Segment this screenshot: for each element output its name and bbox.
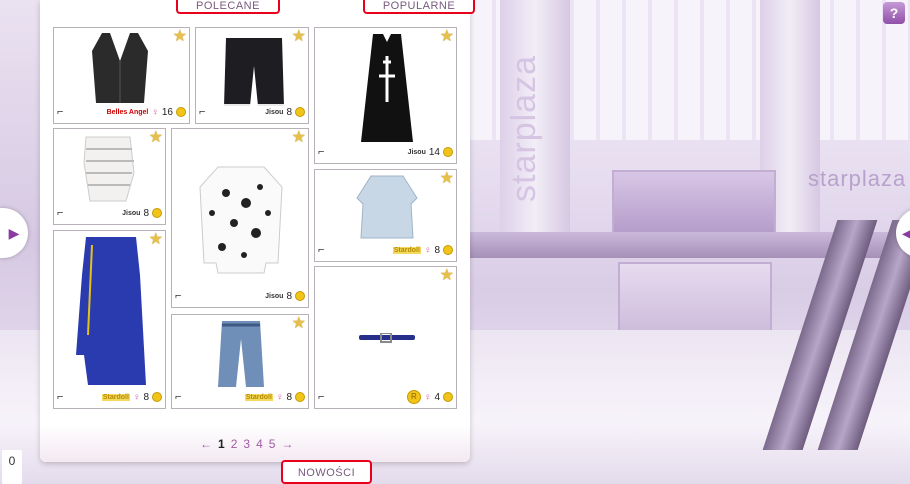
- brand-logo: Jisou: [265, 108, 284, 116]
- item-card[interactable]: ★ ⌐ Jisou 8: [171, 128, 309, 308]
- hanger-icon: ⌐: [318, 244, 325, 256]
- coin-icon: [152, 208, 162, 218]
- hanger-icon: ⌐: [57, 207, 64, 219]
- blue-dress-image: [76, 237, 146, 385]
- favorite-star-icon[interactable]: ★: [292, 316, 306, 332]
- hanger-icon: ⌐: [199, 106, 206, 118]
- item-card[interactable]: ★ ⌐ Stardoll ♀ 8: [53, 230, 166, 409]
- jeans-image: [218, 321, 264, 387]
- hanger-icon: ⌐: [175, 290, 182, 302]
- brand-sign-horizontal: starplaza: [808, 166, 907, 191]
- favorite-star-icon[interactable]: ★: [149, 130, 163, 146]
- item-price: 8: [143, 391, 149, 403]
- print-blouse-image: [199, 166, 283, 274]
- item-price: 16: [161, 106, 173, 118]
- favorite-star-icon[interactable]: ★: [292, 29, 306, 45]
- item-card[interactable]: ★ ⌐ R ♀ 4: [314, 266, 457, 409]
- brand-logo: Stardoll: [101, 393, 130, 401]
- coin-icon: [443, 392, 453, 402]
- item-info: ⌐ Jisou 8: [175, 288, 305, 304]
- belt-image: [359, 333, 415, 343]
- item-price: 8: [286, 106, 292, 118]
- dress-image: [361, 34, 413, 142]
- favorite-star-icon[interactable]: ★: [149, 232, 163, 248]
- hanger-icon: ⌐: [318, 391, 325, 403]
- tab-popular[interactable]: POPULARNE: [363, 0, 475, 14]
- item-info: ⌐ Jisou 8: [199, 104, 305, 120]
- item-info: ⌐ Jisou 8: [57, 205, 162, 221]
- brand-sign-vertical: starplaza: [505, 55, 543, 202]
- page-link-1[interactable]: 1: [218, 437, 225, 451]
- item-info: ⌐ Stardoll ♀ 8: [318, 242, 453, 258]
- item-info: ⌐ Stardoll ♀ 8: [57, 389, 162, 405]
- gender-icon: ♀: [132, 391, 141, 403]
- favorite-star-icon[interactable]: ★: [440, 29, 454, 45]
- pagination: ← 1 2 3 4 5 →: [200, 436, 293, 452]
- vest-image: [92, 33, 148, 103]
- gender-icon: ♀: [423, 391, 432, 403]
- brand-logo: Stardoll: [244, 393, 273, 401]
- hanger-icon: ⌐: [175, 391, 182, 403]
- coin-icon: [176, 107, 186, 117]
- item-card[interactable]: ★ ⌐ Stardoll ♀ 8: [171, 314, 309, 409]
- hanger-icon: ⌐: [57, 391, 64, 403]
- item-price: 8: [434, 244, 440, 256]
- page-link-4[interactable]: 4: [256, 437, 263, 451]
- coin-icon: [295, 291, 305, 301]
- prev-page-arrow-icon[interactable]: ←: [200, 437, 212, 451]
- coin-icon: [443, 147, 453, 157]
- brand-logo: Jisou: [122, 209, 141, 217]
- page-link-5[interactable]: 5: [269, 437, 276, 451]
- favorite-star-icon[interactable]: ★: [440, 268, 454, 284]
- hanger-icon: ⌐: [318, 146, 325, 158]
- item-price: 8: [143, 207, 149, 219]
- item-info: ⌐ Belles Angel ♀ 16: [57, 104, 186, 120]
- hanger-icon: ⌐: [57, 106, 64, 118]
- item-card[interactable]: ★ ⌐ Stardoll ♀ 8: [314, 169, 457, 262]
- coin-icon: [152, 392, 162, 402]
- favorite-star-icon[interactable]: ★: [440, 171, 454, 187]
- item-info: ⌐ R ♀ 4: [318, 389, 453, 405]
- favorite-star-icon[interactable]: ★: [292, 130, 306, 146]
- striped-top-image: [83, 136, 135, 202]
- brand-logo: Jisou: [407, 148, 426, 156]
- page-link-2[interactable]: 2: [231, 437, 238, 451]
- coin-icon: [295, 107, 305, 117]
- brand-logo: Stardoll: [392, 246, 421, 254]
- gender-icon: ♀: [151, 106, 159, 118]
- item-price: 14: [428, 146, 440, 158]
- item-card[interactable]: ★ ⌐ Belles Angel ♀ 16: [53, 27, 190, 124]
- blue-tunic-image: [356, 175, 418, 239]
- help-icon[interactable]: ?: [883, 2, 905, 24]
- coin-icon: [443, 245, 453, 255]
- next-page-arrow-icon[interactable]: →: [281, 437, 293, 451]
- brand-logo: Belles Angel: [106, 108, 149, 116]
- shorts-image: [224, 38, 284, 106]
- item-info: ⌐ Jisou 14: [318, 144, 453, 160]
- item-card[interactable]: ★ ⌐ Jisou 8: [195, 27, 309, 124]
- coin-icon: [295, 392, 305, 402]
- gender-icon: ♀: [275, 391, 284, 403]
- item-price: 8: [286, 290, 292, 302]
- tab-recommended[interactable]: POLECANE: [176, 0, 280, 14]
- favorite-star-icon[interactable]: ★: [173, 29, 187, 45]
- item-price: 8: [286, 391, 292, 403]
- item-card[interactable]: ★ ⌐ Jisou 8: [53, 128, 166, 225]
- item-price: 4: [434, 391, 440, 403]
- brand-logo: Jisou: [265, 292, 284, 300]
- item-info: ⌐ Stardoll ♀ 8: [175, 389, 305, 405]
- item-card[interactable]: ★ ⌐ Jisou 14: [314, 27, 457, 164]
- brand-logo: R: [406, 390, 421, 404]
- gender-icon: ♀: [423, 244, 432, 256]
- item-counter: 0: [2, 450, 22, 484]
- page-link-3[interactable]: 3: [243, 437, 250, 451]
- upper-shop: [612, 170, 776, 236]
- tab-new[interactable]: NOWOŚCI: [281, 460, 372, 484]
